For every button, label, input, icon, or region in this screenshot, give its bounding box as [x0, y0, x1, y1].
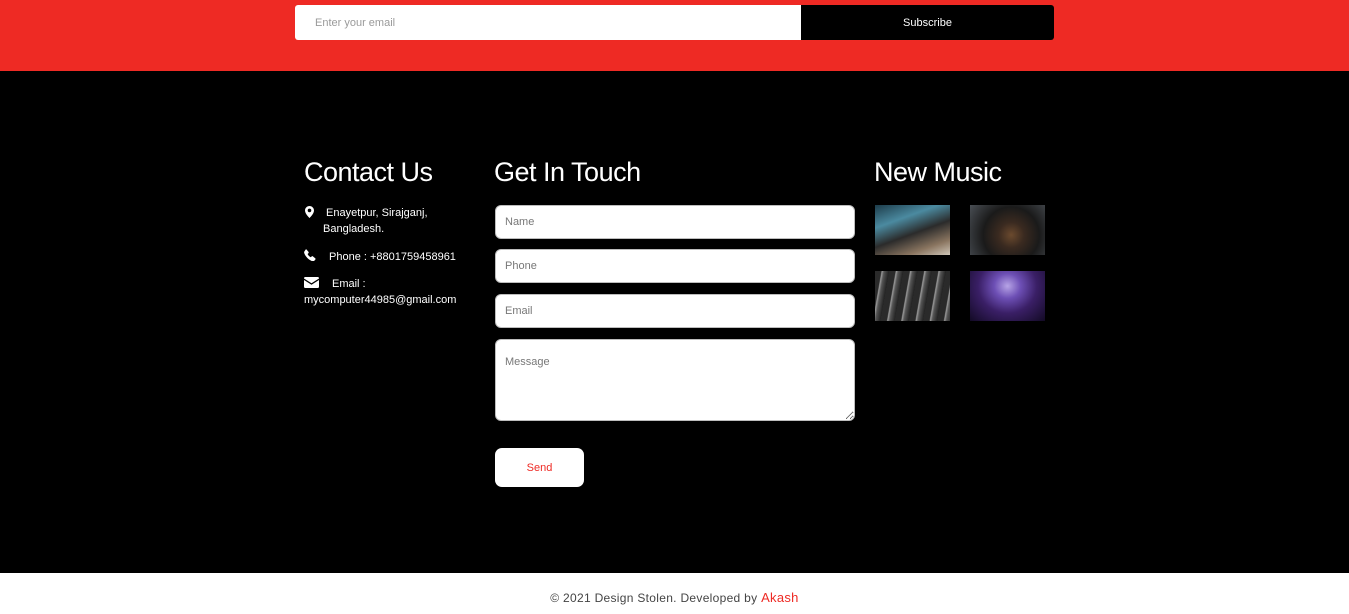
- newsletter-form: Subscribe: [295, 5, 1054, 40]
- email-label: Email :: [332, 278, 366, 290]
- email-value: mycomputer44985@gmail.com: [304, 294, 457, 306]
- newsletter-bar: Subscribe: [0, 0, 1349, 71]
- contact-email: Email : mycomputer44985@gmail.com: [304, 276, 474, 308]
- message-textarea[interactable]: [495, 339, 855, 421]
- contact-phone: Phone : +8801759458961: [304, 249, 474, 265]
- get-in-touch-title: Get In Touch: [494, 157, 641, 187]
- phone-text: Phone : +8801759458961: [329, 251, 456, 263]
- author-link[interactable]: Akash: [761, 590, 799, 605]
- newsletter-email-input[interactable]: [295, 5, 801, 40]
- address-line-2: Bangladesh.: [323, 223, 385, 235]
- envelope-icon: [304, 277, 319, 293]
- subscribe-button[interactable]: Subscribe: [801, 5, 1054, 40]
- phone-icon: [304, 249, 316, 266]
- send-button[interactable]: Send: [495, 448, 584, 487]
- contact-address: Enayetpur, Sirajganj, Bangladesh.: [304, 205, 474, 237]
- new-music-title: New Music: [874, 157, 1002, 187]
- copyright-bar: © 2021 Design Stolen. Developed by Akash: [0, 573, 1349, 614]
- copyright-prefix: © 2021 Design Stolen. Developed by: [550, 591, 762, 605]
- map-marker-icon: [305, 206, 314, 223]
- footer: Contact Us Enayetpur, Sirajganj, Banglad…: [0, 71, 1349, 573]
- name-input[interactable]: [495, 205, 855, 239]
- music-thumbnail-4[interactable]: [970, 271, 1045, 321]
- phone-input[interactable]: [495, 249, 855, 283]
- music-thumbnail-3[interactable]: [875, 271, 950, 321]
- address-line-1: Enayetpur, Sirajganj,: [326, 207, 428, 219]
- music-thumbnail-2[interactable]: [970, 205, 1045, 255]
- music-thumbnail-1[interactable]: [875, 205, 950, 255]
- copyright-text: © 2021 Design Stolen. Developed by Akash: [0, 590, 1349, 605]
- email-input[interactable]: [495, 294, 855, 328]
- contact-us-title: Contact Us: [304, 157, 433, 187]
